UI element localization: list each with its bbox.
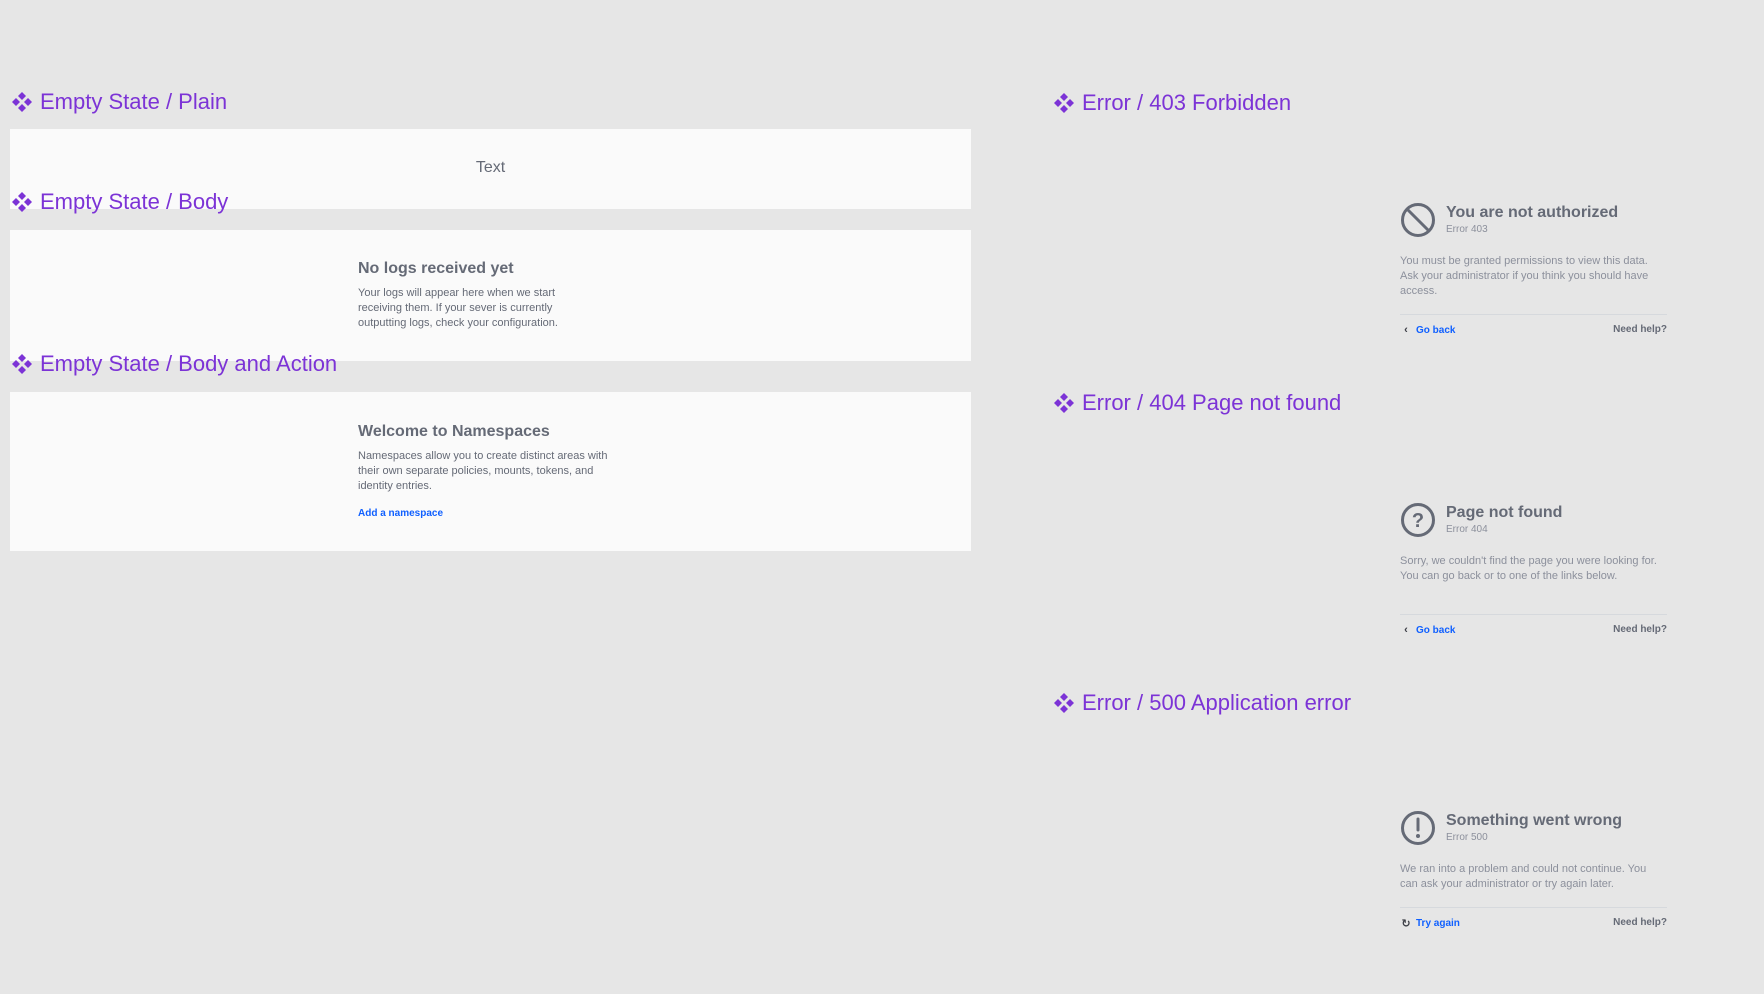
component-title-label: Empty State / Body and Action: [40, 351, 338, 376]
help-circle-icon: ?: [1401, 503, 1435, 537]
empty-state-heading: No logs received yet: [358, 260, 514, 277]
reload-icon: ↻: [1401, 918, 1411, 930]
need-help-link[interactable]: Need help?: [1613, 624, 1667, 635]
add-namespace-link[interactable]: Add a namespace: [358, 508, 443, 519]
error-500-state: Something went wrong Error 500 We ran in…: [1400, 810, 1667, 940]
try-again-link[interactable]: ↻ Try again: [1400, 917, 1460, 930]
alert-circle-icon: [1401, 811, 1435, 845]
go-back-label: Go back: [1416, 624, 1456, 636]
chevron-left-icon: ‹: [1404, 324, 1408, 336]
go-back-link[interactable]: ‹ Go back: [1400, 624, 1455, 636]
component-icon: [1052, 91, 1076, 115]
component-title-label: Error / 404 Page not found: [1082, 390, 1342, 415]
go-back-link[interactable]: ‹ Go back: [1400, 324, 1455, 336]
component-icon: [1052, 691, 1076, 715]
component-title-label: Error / 403 Forbidden: [1082, 90, 1292, 115]
go-back-label: Go back: [1416, 324, 1456, 336]
component-title-label: Empty State / Plain: [40, 89, 228, 114]
error-code: Error 404: [1446, 524, 1488, 535]
svg-text:?: ?: [1412, 510, 1424, 532]
empty-state-heading: Welcome to Namespaces: [358, 423, 550, 440]
divider: [1400, 907, 1667, 908]
need-help-link[interactable]: Need help?: [1613, 324, 1667, 335]
error-body: We ran into a problem and could not cont…: [1400, 863, 1647, 890]
error-body: Sorry, we couldn't find the page you wer…: [1400, 555, 1657, 582]
component-title-empty-body: Empty State / Body: [10, 190, 228, 214]
component-title-label: Empty State / Body: [40, 189, 229, 214]
error-heading: Page not found: [1446, 504, 1563, 521]
try-again-label: Try again: [1416, 918, 1460, 929]
forbidden-icon: [1401, 203, 1435, 237]
empty-state-text: Text: [475, 159, 506, 176]
component-title-error-500: Error / 500 Application error: [1052, 691, 1351, 715]
error-heading: You are not authorized: [1446, 204, 1619, 221]
error-heading: Something went wrong: [1446, 812, 1622, 829]
component-title-empty-plain: Empty State / Plain: [10, 90, 227, 114]
divider: [1400, 614, 1667, 615]
error-403-state: You are not authorized Error 403 You mus…: [1400, 202, 1667, 342]
component-icon: [10, 190, 34, 214]
component-icon: [10, 352, 34, 376]
component-icon: [1052, 391, 1076, 415]
error-404-state: ? Page not found Error 404 Sorry, we cou…: [1400, 502, 1667, 642]
component-title-label: Error / 500 Application error: [1082, 690, 1352, 715]
component-title-error-403: Error / 403 Forbidden: [1052, 91, 1291, 115]
component-title-empty-body-action: Empty State / Body and Action: [10, 352, 337, 376]
chevron-left-icon: ‹: [1404, 624, 1408, 636]
component-icon: [10, 90, 34, 114]
empty-state-body-frame: No logs received yet Your logs will appe…: [10, 230, 971, 361]
divider: [1400, 314, 1667, 315]
empty-state-body-action-frame: Welcome to Namespaces Namespaces allow y…: [10, 392, 971, 551]
component-title-error-404: Error / 404 Page not found: [1052, 391, 1341, 415]
error-code: Error 403: [1446, 224, 1488, 235]
error-code: Error 500: [1446, 832, 1488, 843]
need-help-link[interactable]: Need help?: [1613, 917, 1667, 928]
empty-state-body: Your logs will appear here when we start…: [358, 287, 558, 329]
error-body: You must be granted permissions to view …: [1400, 255, 1649, 297]
empty-state-body: Namespaces allow you to create distinct …: [358, 450, 608, 492]
